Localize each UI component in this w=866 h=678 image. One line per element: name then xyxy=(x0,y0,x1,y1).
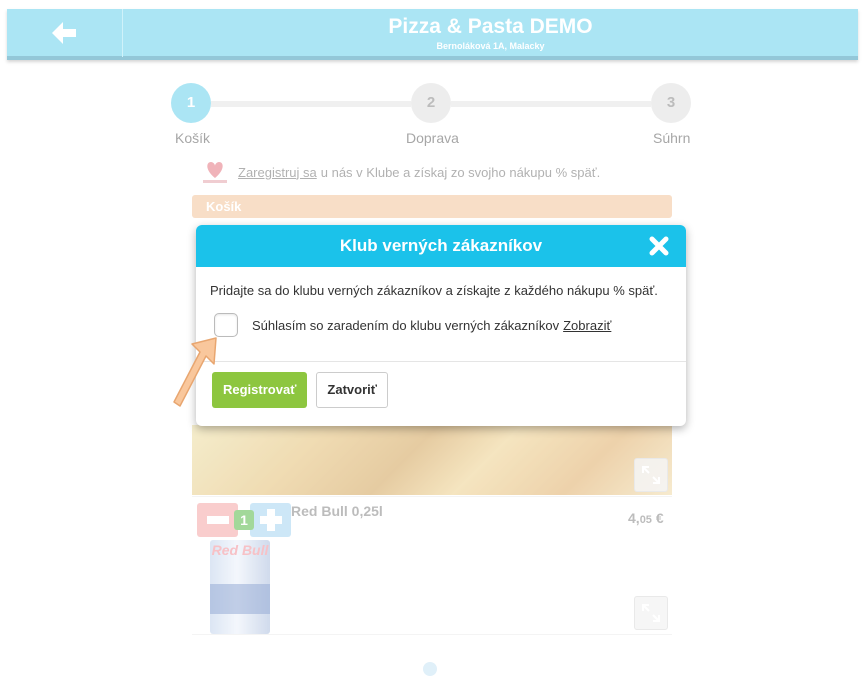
close-icon xyxy=(649,236,669,256)
modal-body: Pridajte sa do klubu verných zákazníkov … xyxy=(196,267,686,362)
modal-title: Klub verných zákazníkov xyxy=(339,236,543,255)
modal-header: Klub verných zákazníkov xyxy=(196,225,686,267)
consent-row: Súhlasím so zaradením do klubu verných z… xyxy=(210,313,672,337)
quantity-value: 1 xyxy=(234,510,254,530)
show-terms-link[interactable]: Zobraziť xyxy=(563,318,611,333)
modal-close-button[interactable] xyxy=(648,235,670,257)
modal-description: Pridajte sa do klubu verných zákazníkov … xyxy=(210,283,658,298)
hint-arrow-icon xyxy=(173,337,217,407)
loyalty-club-modal: Klub verných zákazníkov Pridajte sa do k… xyxy=(196,225,686,426)
register-button[interactable]: Registrovať xyxy=(212,372,308,408)
consent-label: Súhlasím so zaradením do klubu verných z… xyxy=(252,317,560,333)
close-button[interactable]: Zatvoriť xyxy=(316,372,388,408)
modal-footer: Registrovať Zatvoriť xyxy=(196,362,686,418)
consent-checkbox[interactable] xyxy=(214,313,238,337)
